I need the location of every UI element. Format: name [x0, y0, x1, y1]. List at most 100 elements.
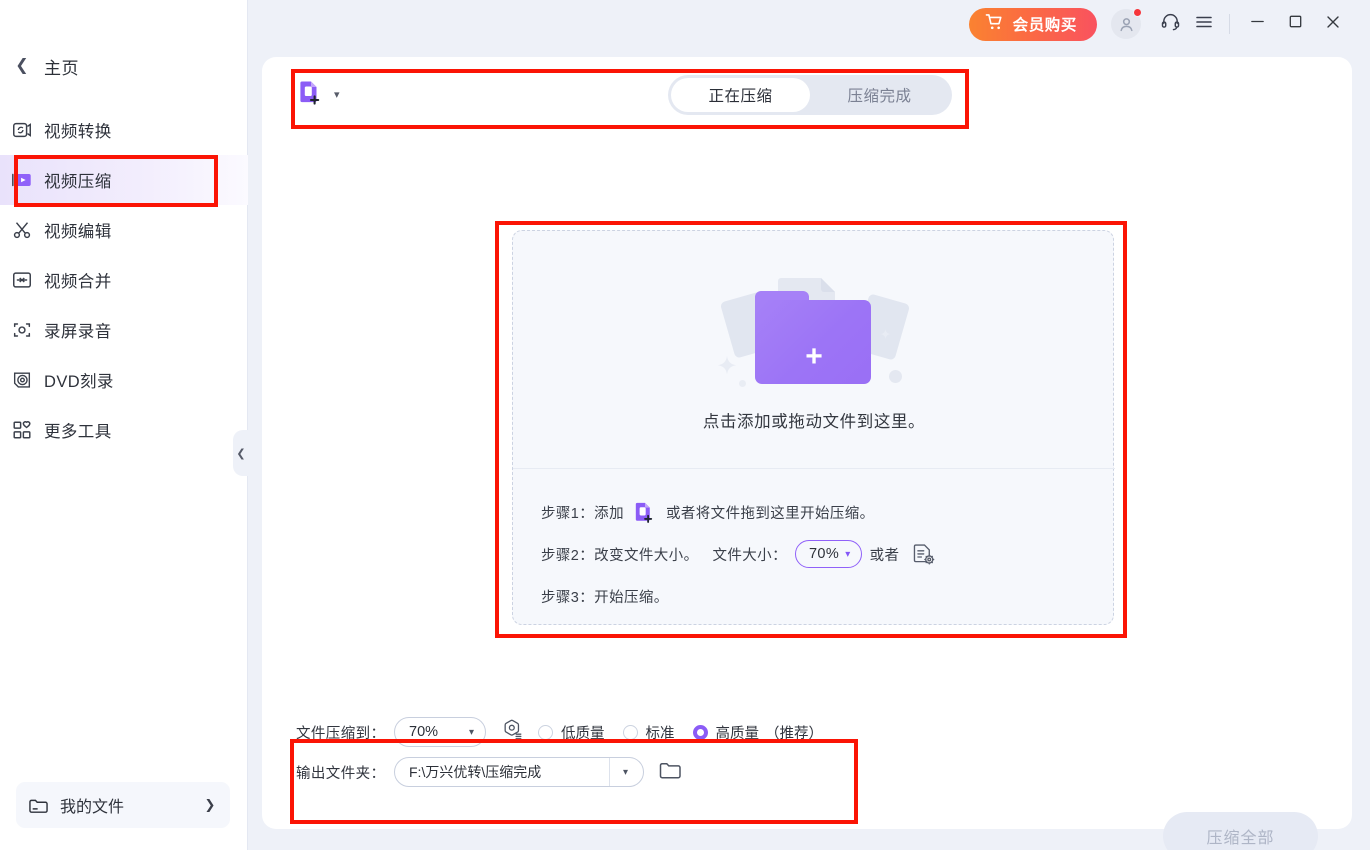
- add-file-icon[interactable]: [632, 499, 658, 525]
- dropzone-prompt: + 点击添加或拖动文件到这里。: [513, 231, 1115, 468]
- file-settings-icon[interactable]: [911, 542, 936, 567]
- add-file-icon: [296, 77, 326, 112]
- app-window: ❮ 主页 视频转换 视频压缩 视频编辑 视频合并 录屏录音 DVD刻录 更多工具…: [0, 0, 1370, 850]
- content-topbar: ▾ 正在压缩 压缩完成: [262, 57, 1352, 132]
- tab-compressing[interactable]: 正在压缩: [671, 78, 810, 112]
- sidebar-item-more-tools[interactable]: 更多工具: [0, 405, 248, 455]
- dvd-burn-icon: [0, 369, 44, 391]
- advanced-settings-icon: [500, 718, 524, 747]
- window-titlebar: 会员购买: [930, 0, 1370, 48]
- sidebar-item-video-merge[interactable]: 视频合并: [0, 255, 248, 305]
- step-1: 步骤1：添加 或者将文件拖到这里开始压缩。: [541, 491, 1101, 533]
- scissors-edit-icon: [0, 219, 44, 241]
- radio-button: [692, 724, 708, 740]
- sidebar-item-video-edit[interactable]: 视频编辑: [0, 205, 248, 255]
- sidebar-item-label: 视频转换: [44, 123, 112, 141]
- steps-list: 步骤1：添加 或者将文件拖到这里开始压缩。 步骤2：改变文件大小。 文件大小：: [541, 491, 1101, 617]
- video-compress-icon: [0, 169, 44, 191]
- sidebar-item-video-compress[interactable]: 视频压缩: [0, 155, 248, 205]
- browse-folder-button[interactable]: [658, 759, 682, 786]
- buy-membership-label: 会员购买: [1012, 17, 1077, 34]
- step-2-or: 或者: [869, 547, 900, 564]
- quality-option-low[interactable]: 低质量: [538, 722, 605, 743]
- compress-to-label: 文件压缩到：: [296, 725, 386, 742]
- main-content-card: ▾ 正在压缩 压缩完成 + 点击添加或拖动文件到这里。 步骤1：添加 或者将文件…: [262, 57, 1352, 850]
- step-2-prefix: 步骤2：改变文件大小。: [541, 547, 699, 564]
- sidebar-item-label: 视频压缩: [44, 173, 112, 191]
- quality-radio-group: 低质量 标准 高质量 （推荐）: [538, 722, 823, 743]
- sidebar-item-label: DVD刻录: [44, 373, 114, 391]
- dropzone-divider: [513, 468, 1115, 469]
- plus-icon: +: [805, 339, 823, 373]
- sidebar-item-video-convert[interactable]: 视频转换: [0, 105, 248, 155]
- tab-compressed[interactable]: 压缩完成: [810, 78, 949, 112]
- quality-option-label: 低质量: [561, 725, 605, 742]
- sidebar-my-files[interactable]: 我的文件 ❯: [16, 782, 230, 828]
- sidebar-home[interactable]: ❮ 主页: [0, 48, 248, 84]
- recommended-note: （推荐）: [765, 725, 823, 742]
- radio-button: [538, 724, 553, 740]
- titlebar-divider: [1229, 14, 1230, 34]
- output-folder-row: 输出文件夹： F:\万兴优转\压缩完成 ▾: [296, 752, 1116, 792]
- video-merge-icon: [0, 269, 44, 291]
- menu-button[interactable]: [1187, 7, 1221, 41]
- compress-all-button[interactable]: 压缩全部: [1163, 812, 1318, 850]
- sidebar-my-files-label: 我的文件: [60, 799, 125, 816]
- chevron-down-icon: ▾: [334, 89, 340, 101]
- screen-record-icon: [0, 319, 44, 341]
- cart-icon: [985, 13, 1004, 36]
- sidebar-item-label: 更多工具: [44, 423, 112, 441]
- video-convert-icon: [0, 119, 44, 141]
- compress-to-row: 文件压缩到： 70% ▾ 低质量 标准 高质量 （推荐）: [296, 712, 1116, 752]
- account-button[interactable]: [1111, 8, 1142, 39]
- compress-status-tabs: 正在压缩 压缩完成: [668, 75, 952, 115]
- compress-to-value: 70%: [409, 724, 439, 740]
- output-folder-label: 输出文件夹：: [296, 765, 386, 782]
- add-file-button[interactable]: ▾: [296, 77, 340, 112]
- step-1-suffix: 或者将文件拖到这里开始压缩。: [665, 505, 875, 522]
- compression-settings: 文件压缩到： 70% ▾ 低质量 标准 高质量 （推荐） 输出文件夹： F:\万…: [296, 712, 1116, 792]
- step-1-prefix: 步骤1：添加: [541, 505, 624, 522]
- sidebar-item-screen-record[interactable]: 录屏录音: [0, 305, 248, 355]
- step-2-size-label: 文件大小：: [712, 547, 787, 564]
- close-icon: [1324, 13, 1342, 36]
- step-3-prefix: 步骤3：开始压缩。: [541, 589, 669, 606]
- close-button[interactable]: [1314, 7, 1352, 41]
- sidebar-item-dvd-burn[interactable]: DVD刻录: [0, 355, 248, 405]
- sidebar-item-label: 视频合并: [44, 273, 112, 291]
- quality-option-label: 高质量: [715, 725, 760, 742]
- folder-icon: [16, 796, 60, 815]
- support-button[interactable]: [1153, 7, 1187, 41]
- output-folder-input[interactable]: F:\万兴优转\压缩完成 ▾: [394, 757, 644, 787]
- buy-membership-button[interactable]: 会员购买: [968, 7, 1097, 41]
- chevron-down-icon: ▾: [845, 548, 851, 560]
- file-dropzone[interactable]: + 点击添加或拖动文件到这里。 步骤1：添加 或者将文件拖到这里开始压缩。 步骤…: [512, 230, 1115, 625]
- more-tools-icon: [0, 419, 44, 441]
- output-folder-value: F:\万兴优转\压缩完成: [409, 764, 542, 780]
- minimize-icon: [1249, 13, 1266, 35]
- sidebar-collapse-handle[interactable]: ❮: [233, 430, 249, 476]
- chevron-down-icon[interactable]: ▾: [609, 758, 641, 786]
- quality-option-standard[interactable]: 标准: [622, 722, 675, 743]
- quality-option-high[interactable]: 高质量: [692, 722, 760, 743]
- step-2: 步骤2：改变文件大小。 文件大小： 70% ▾ 或者: [541, 533, 1101, 575]
- quality-option-label: 标准: [645, 725, 675, 742]
- folder-plus-illustration: +: [709, 268, 919, 400]
- step-3: 步骤3：开始压缩。: [541, 575, 1101, 617]
- notification-badge: [1133, 8, 1142, 17]
- chevron-right-icon: ❯: [204, 797, 216, 812]
- chevron-down-icon: ▾: [468, 726, 474, 738]
- maximize-button[interactable]: [1276, 7, 1314, 41]
- sidebar-nav: 视频转换 视频压缩 视频编辑 视频合并 录屏录音 DVD刻录 更多工具: [0, 105, 248, 455]
- compress-to-select[interactable]: 70% ▾: [394, 717, 486, 747]
- file-size-value: 70%: [808, 546, 840, 562]
- file-size-select[interactable]: 70% ▾: [794, 540, 862, 568]
- support-headset-icon: [1160, 11, 1181, 37]
- minimize-button[interactable]: [1238, 7, 1276, 41]
- sidebar: ❮ 主页 视频转换 视频压缩 视频编辑 视频合并 录屏录音 DVD刻录 更多工具…: [0, 0, 248, 850]
- dropzone-caption: 点击添加或拖动文件到这里。: [702, 412, 926, 431]
- sidebar-home-label: 主页: [44, 58, 79, 78]
- radio-button: [622, 724, 638, 740]
- chevron-left-icon: ❮: [15, 57, 29, 74]
- advanced-settings-button[interactable]: [500, 718, 524, 747]
